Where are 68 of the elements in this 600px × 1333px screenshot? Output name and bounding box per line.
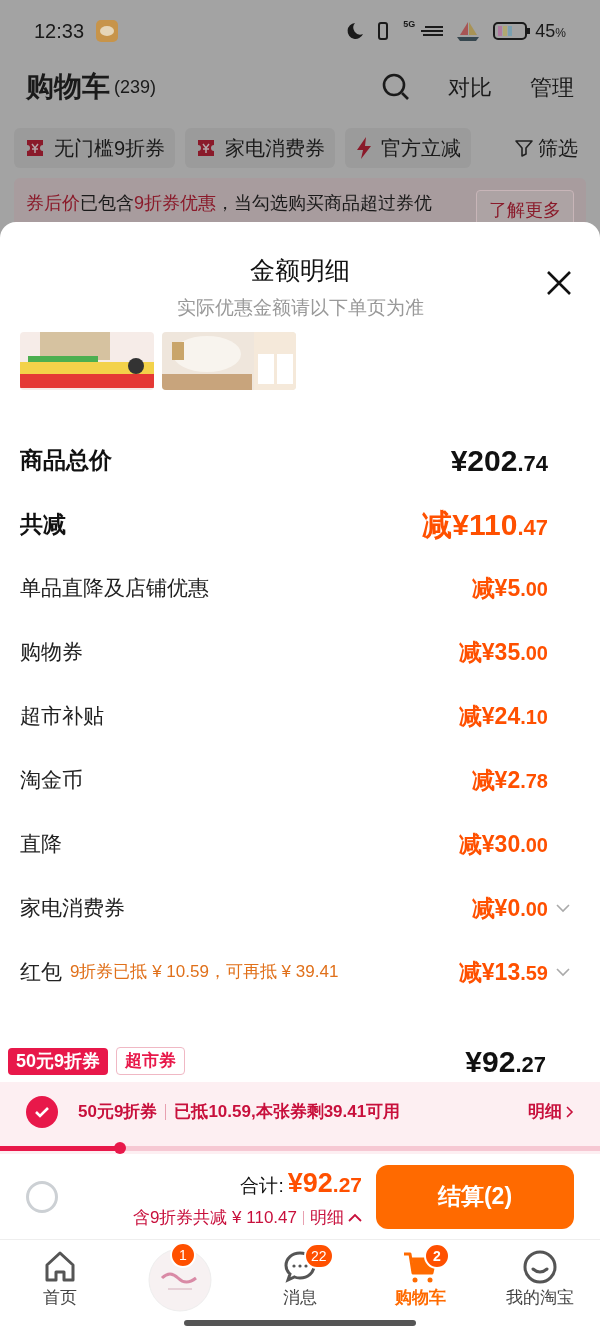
total-label: 合计: bbox=[240, 1173, 284, 1198]
close-icon[interactable] bbox=[546, 270, 572, 296]
coupon-icon bbox=[24, 137, 46, 159]
amount-value: 减¥0.00 bbox=[471, 893, 548, 923]
coupon-tag: 50元9折券 bbox=[8, 1047, 109, 1075]
header-action[interactable]: 管理 bbox=[530, 70, 574, 104]
tab-item[interactable]: 2 购物车 bbox=[360, 1240, 480, 1320]
amount-label: 超市补贴 bbox=[20, 703, 104, 730]
badge: 1 bbox=[170, 1242, 196, 1268]
signal-icon bbox=[419, 23, 444, 39]
coupon-detail-link[interactable]: 明细 bbox=[528, 1099, 574, 1125]
amount-value: 减¥5.00 bbox=[471, 573, 548, 603]
amount-value: 减¥35.00 bbox=[458, 637, 548, 667]
network-type: 5G bbox=[403, 18, 416, 31]
coupon-tag: 超市券 bbox=[116, 1047, 186, 1075]
smiley-icon bbox=[522, 1249, 558, 1286]
amount-label: 家电消费券 bbox=[20, 895, 125, 922]
tab-item[interactable]: 1 bbox=[120, 1240, 240, 1320]
badge: 2 bbox=[424, 1243, 450, 1270]
item-price: ¥92.27 bbox=[465, 1043, 546, 1080]
amount-label: 共减 bbox=[20, 509, 66, 539]
tab-item[interactable]: 我的淘宝 bbox=[480, 1240, 600, 1320]
amount-label: 单品直降及店铺优惠 bbox=[20, 575, 209, 602]
amount-value: 减¥110.47 bbox=[422, 506, 548, 543]
amount-label: 红包 bbox=[20, 959, 62, 986]
sheet-title: 金额明细 bbox=[250, 255, 350, 286]
header-action[interactable]: 对比 bbox=[448, 70, 492, 104]
filter-icon bbox=[514, 138, 534, 158]
check-icon bbox=[34, 1106, 50, 1118]
chevron-down-icon[interactable] bbox=[556, 967, 570, 977]
coupon-note: 9折券已抵 ¥ 10.59，可再抵 ¥ 39.41 bbox=[70, 961, 339, 984]
coupon-checkbox[interactable] bbox=[26, 1096, 58, 1128]
filter-chip[interactable]: 无门槛9折券 bbox=[14, 128, 176, 168]
chevron-right-icon bbox=[566, 1106, 574, 1118]
amount-value: 减¥13.59 bbox=[458, 957, 548, 987]
total-price: ¥92.27 bbox=[287, 1166, 362, 1200]
battery-level: 45% bbox=[535, 19, 566, 43]
search-icon[interactable] bbox=[382, 73, 410, 101]
amount-label: 直降 bbox=[20, 831, 62, 858]
select-all-radio[interactable] bbox=[26, 1180, 58, 1213]
sheet-subtitle: 实际优惠金额请以下单页为准 bbox=[176, 295, 424, 320]
amount-value: 减¥24.10 bbox=[458, 701, 548, 731]
lightning-icon bbox=[355, 136, 374, 160]
chevron-up-icon bbox=[348, 1213, 362, 1223]
battery-icon bbox=[493, 21, 532, 41]
chat-bubble-icon bbox=[96, 20, 119, 42]
cart-count: (239) bbox=[114, 75, 157, 99]
amount-value: 减¥30.00 bbox=[458, 829, 548, 859]
page-title: 购物车 bbox=[26, 70, 110, 104]
detail-link[interactable]: 明细 bbox=[310, 1205, 362, 1231]
status-time: 12:33 bbox=[34, 19, 85, 44]
sailboat-icon bbox=[455, 20, 482, 42]
tab-item[interactable]: 首页 bbox=[0, 1240, 120, 1320]
coupon-detail: 已抵10.59,本张券剩39.41可用 bbox=[174, 1101, 401, 1124]
filter-chip[interactable]: 家电消费券 bbox=[185, 128, 336, 168]
amount-label: 商品总价 bbox=[20, 445, 112, 475]
chevron-down-icon[interactable] bbox=[556, 903, 570, 913]
filter-chip[interactable]: 官方立减 bbox=[345, 128, 472, 168]
filter-button[interactable]: 筛选 bbox=[514, 133, 586, 163]
amount-value: ¥202.74 bbox=[450, 442, 548, 479]
badge: 22 bbox=[304, 1243, 334, 1270]
amount-label: 购物券 bbox=[20, 639, 83, 666]
coupon-notice: 券后价已包含9折券优惠，当勾选购买商品超过券优 bbox=[26, 192, 432, 215]
saving-summary: 含9折券共减 ¥ 110.47 bbox=[132, 1207, 297, 1229]
amount-value: 减¥2.78 bbox=[471, 765, 548, 795]
coupon-name: 50元9折券 bbox=[78, 1101, 158, 1124]
tab-item[interactable]: 22 消息 bbox=[240, 1240, 360, 1320]
amount-label: 淘金币 bbox=[20, 767, 83, 794]
